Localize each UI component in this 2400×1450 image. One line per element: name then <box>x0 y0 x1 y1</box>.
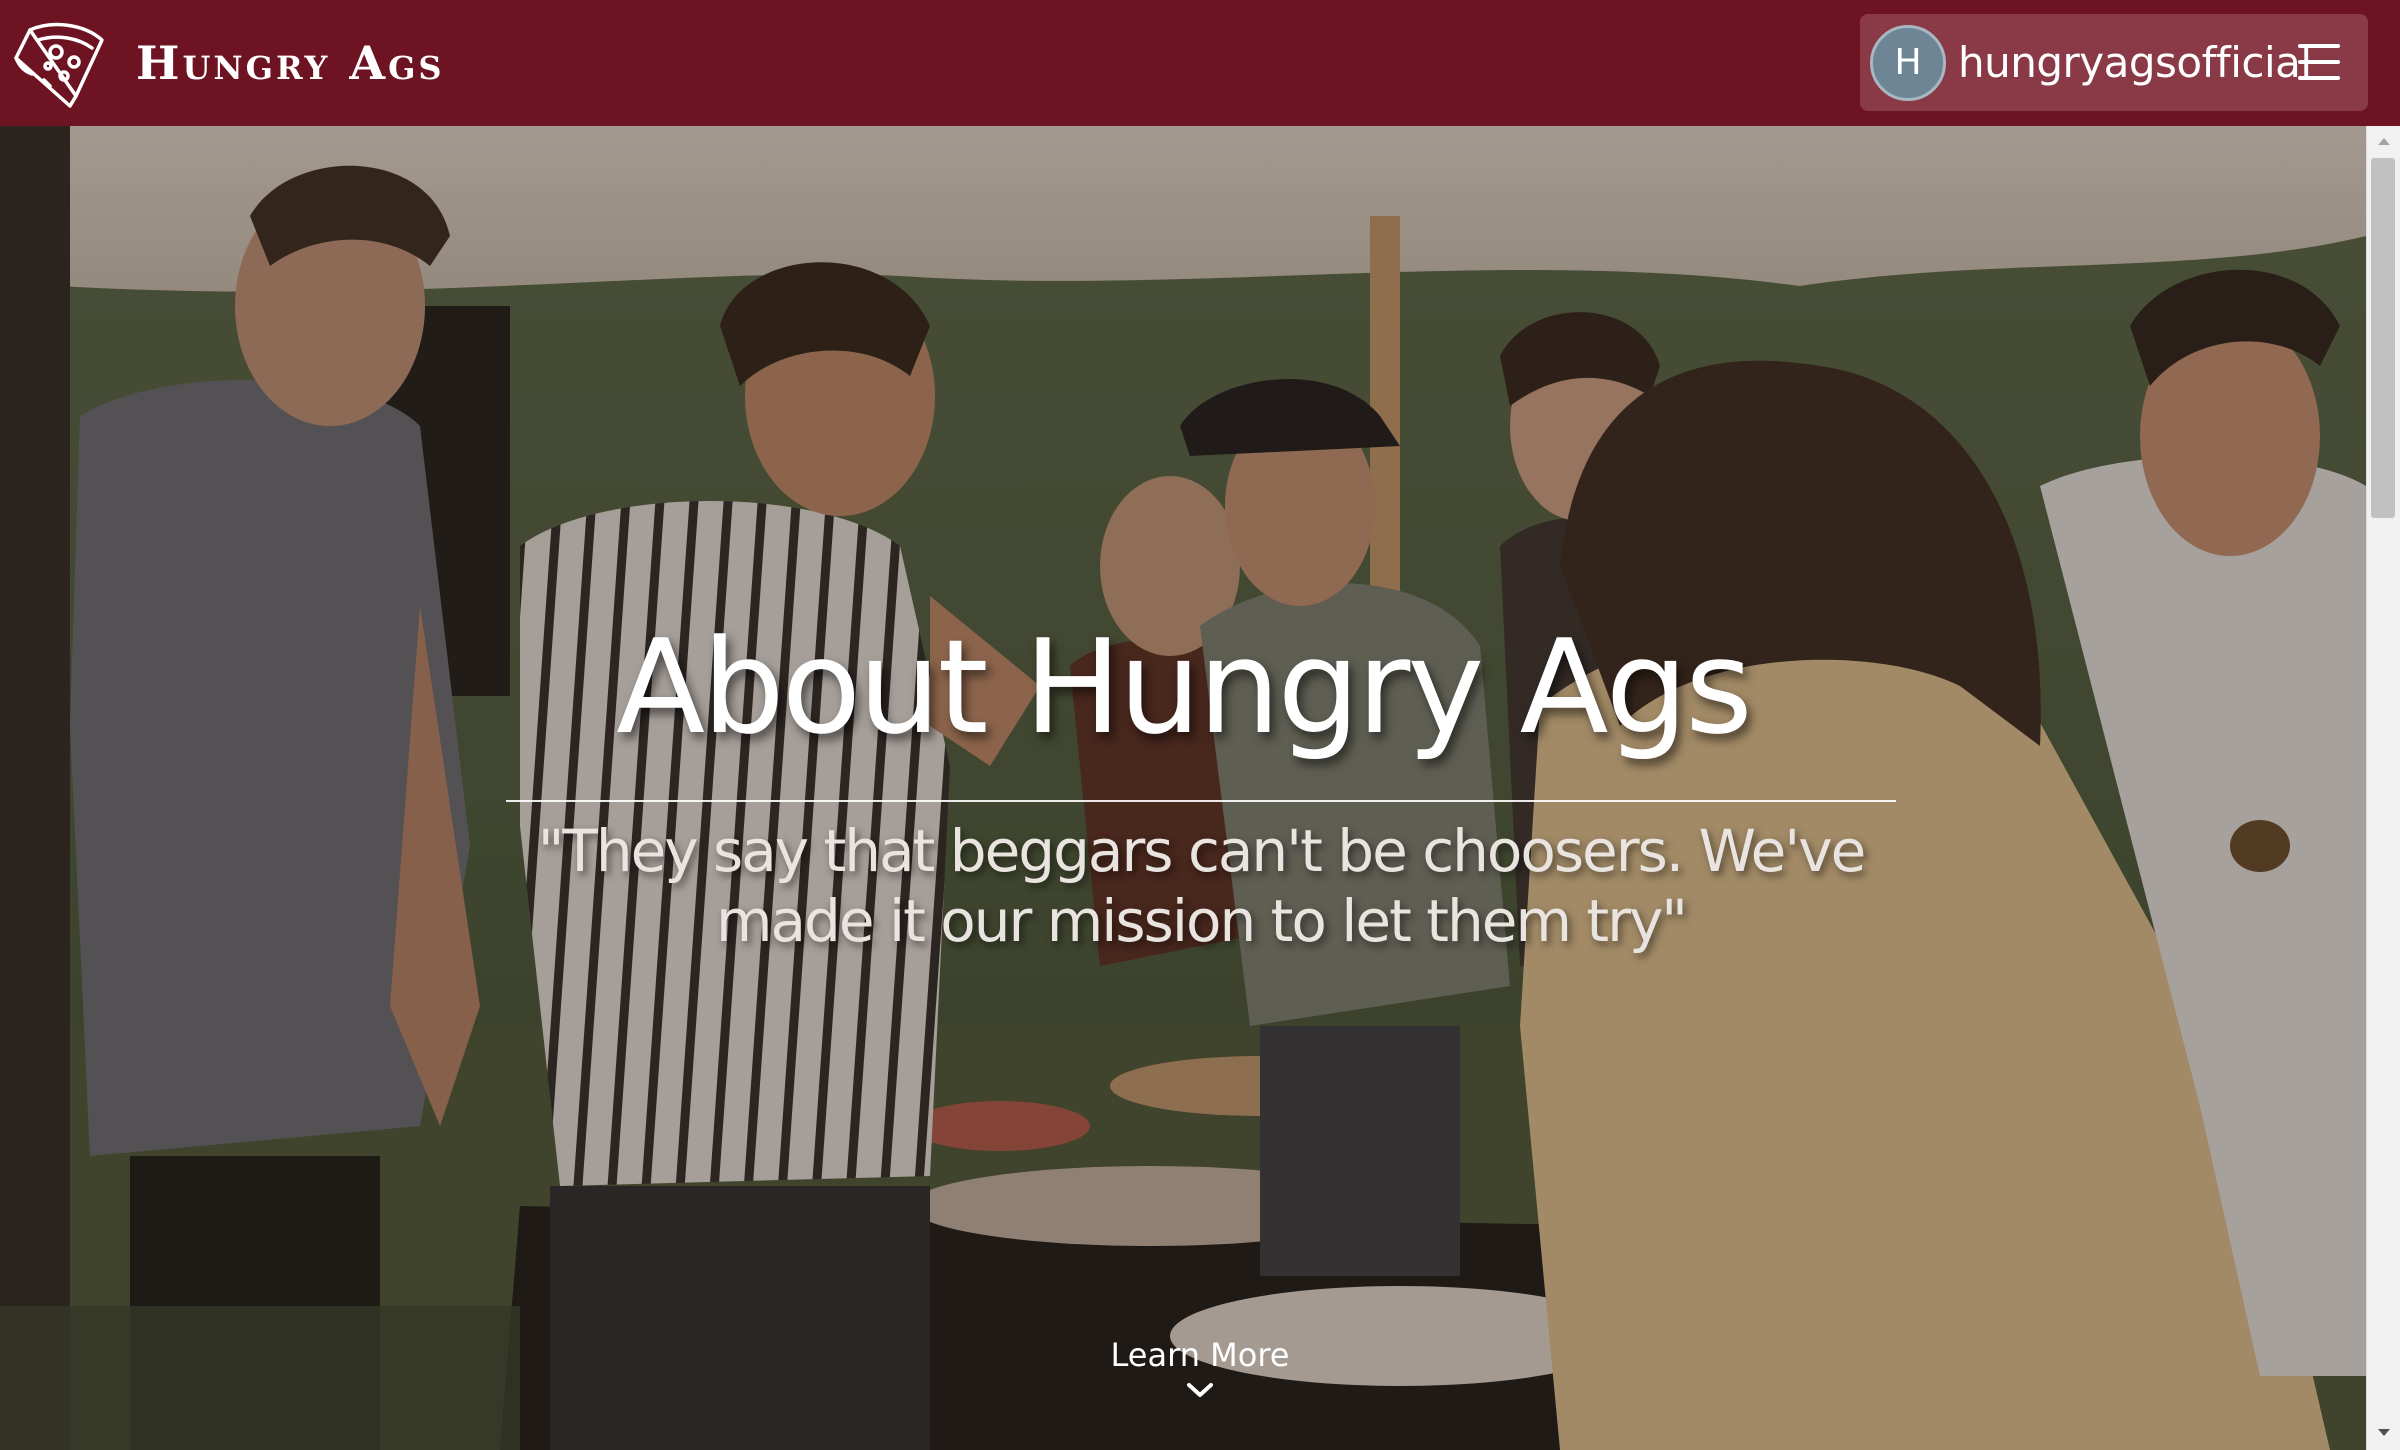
hero-overlay <box>0 126 2366 1450</box>
username: hungryagsofficial <box>1958 38 2312 87</box>
scroll-up-arrow-icon[interactable] <box>2367 126 2400 156</box>
navbar: Hungry Ags H hungryagsofficial <box>0 0 2400 126</box>
scrollbar-thumb[interactable] <box>2371 158 2395 518</box>
chevron-down-icon <box>1187 1383 1213 1397</box>
title-divider <box>506 800 1896 802</box>
page: Hungry Ags H hungryagsofficial About Hun… <box>0 0 2400 1450</box>
brand-link[interactable]: Hungry Ags <box>12 16 445 110</box>
learn-more-label: Learn More <box>1110 1336 1290 1374</box>
vertical-scrollbar[interactable] <box>2366 126 2400 1450</box>
avatar-initial: H <box>1894 42 1922 83</box>
hero-section: About Hungry Ags "They say that beggars … <box>0 126 2366 1450</box>
pizza-slice-icon <box>14 22 104 108</box>
hamburger-menu-icon[interactable] <box>2298 44 2340 80</box>
avatar: H <box>1870 24 1946 101</box>
mission-quote: "They say that beggars can't be choosers… <box>537 817 1867 955</box>
brand-name: Hungry Ags <box>136 36 445 90</box>
user-menu-button[interactable]: H hungryagsofficial <box>1860 14 2368 111</box>
learn-more-link[interactable]: Learn More <box>1084 1336 1316 1400</box>
scroll-down-arrow-icon[interactable] <box>2367 1418 2400 1448</box>
page-title: About Hungry Ags <box>616 611 1753 763</box>
